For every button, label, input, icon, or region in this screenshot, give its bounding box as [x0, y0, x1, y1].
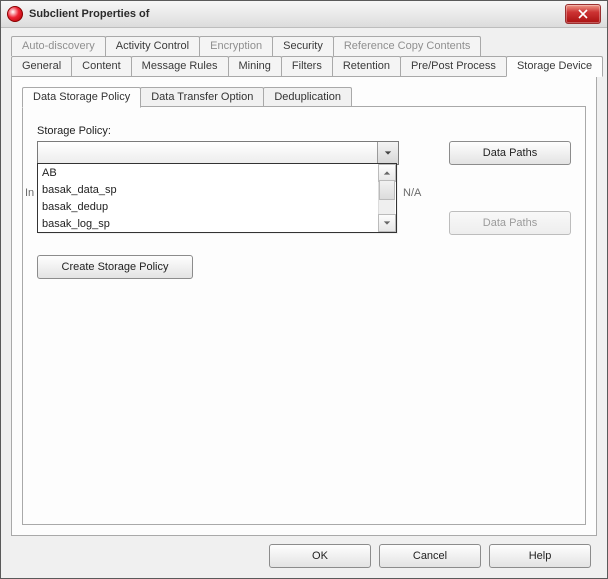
ok-button[interactable]: OK	[269, 544, 371, 568]
dropdown-option[interactable]: basak_log_sp	[38, 216, 396, 233]
titlebar: Subclient Properties of	[1, 1, 607, 28]
chevron-up-icon	[383, 169, 391, 177]
help-button[interactable]: Help	[489, 544, 591, 568]
tab-activity-control[interactable]: Activity Control	[105, 36, 200, 56]
tab-content[interactable]: Content	[71, 56, 132, 77]
dropdown-option[interactable]: basak_data_sp	[38, 182, 396, 199]
close-button[interactable]	[565, 4, 601, 24]
storage-policy-dropdown[interactable]: AB basak_data_sp basak_dedup basak_log_s…	[37, 163, 397, 233]
close-icon	[578, 9, 588, 19]
tab-prepost[interactable]: Pre/Post Process	[400, 56, 507, 77]
tab-row-2: General Content Message Rules Mining Fil…	[11, 56, 597, 77]
chevron-down-icon	[384, 149, 392, 157]
tab-row-1: Auto-discovery Activity Control Encrypti…	[11, 36, 597, 56]
dropdown-option[interactable]: AB	[38, 165, 396, 182]
dropdown-scrollbar[interactable]	[378, 165, 395, 231]
data-paths-button-disabled: Data Paths	[449, 211, 571, 235]
outer-tabs: Auto-discovery Activity Control Encrypti…	[11, 36, 597, 77]
window-title: Subclient Properties of	[29, 8, 565, 20]
dropdown-option[interactable]: basak_dedup	[38, 199, 396, 216]
combobox-arrow[interactable]	[377, 142, 398, 164]
storage-policy-label: Storage Policy:	[37, 125, 111, 137]
client-area: Auto-discovery Activity Control Encrypti…	[1, 28, 607, 578]
subtab-deduplication[interactable]: Deduplication	[263, 87, 352, 108]
create-storage-policy-button[interactable]: Create Storage Policy	[37, 255, 193, 279]
scroll-thumb[interactable]	[379, 180, 395, 200]
tab-general[interactable]: General	[11, 56, 72, 77]
subtab-data-storage-policy[interactable]: Data Storage Policy	[22, 87, 141, 108]
cancel-button[interactable]: Cancel	[379, 544, 481, 568]
subtab-data-transfer-option[interactable]: Data Transfer Option	[140, 87, 264, 108]
obscured-label-fragment: In	[25, 187, 34, 199]
data-paths-button[interactable]: Data Paths	[449, 141, 571, 165]
tab-security[interactable]: Security	[272, 36, 334, 56]
tab-mining[interactable]: Mining	[228, 56, 282, 77]
scroll-down-button[interactable]	[378, 214, 396, 232]
storage-device-panel: Data Storage Policy Data Transfer Option…	[11, 76, 597, 536]
na-value: N/A	[403, 187, 421, 199]
chevron-down-icon	[383, 219, 391, 227]
tab-message-rules[interactable]: Message Rules	[131, 56, 229, 77]
tab-auto-discovery[interactable]: Auto-discovery	[11, 36, 106, 56]
tab-filters[interactable]: Filters	[281, 56, 333, 77]
tab-reference-copy[interactable]: Reference Copy Contents	[333, 36, 482, 56]
subclient-properties-window: Subclient Properties of Auto-discovery A…	[0, 0, 608, 579]
data-storage-policy-panel: Storage Policy: AB basak_data_sp basak_d…	[22, 106, 586, 525]
subtabs: Data Storage Policy Data Transfer Option…	[22, 87, 351, 108]
storage-policy-combobox[interactable]	[37, 141, 399, 165]
tab-storage-device[interactable]: Storage Device	[506, 56, 603, 77]
dialog-footer: OK Cancel Help	[11, 536, 597, 570]
tab-encryption[interactable]: Encryption	[199, 36, 273, 56]
app-icon	[7, 6, 23, 22]
tab-retention[interactable]: Retention	[332, 56, 401, 77]
